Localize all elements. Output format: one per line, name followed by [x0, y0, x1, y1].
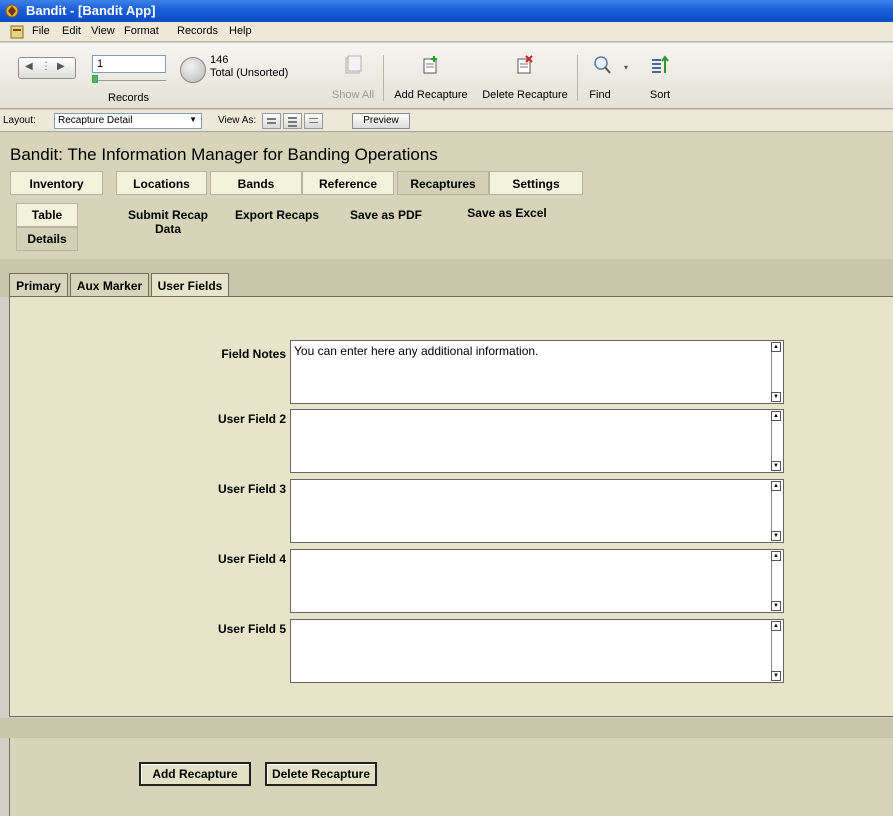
- menu-format[interactable]: Format: [124, 25, 159, 37]
- view-as-list-button[interactable]: [283, 113, 302, 129]
- user-field-5-label: User Field 5: [217, 622, 286, 636]
- total-record-count: 146: [210, 54, 229, 66]
- view-as-form-button[interactable]: [262, 113, 281, 129]
- tab-inventory[interactable]: Inventory: [10, 171, 103, 195]
- scroll-up-icon[interactable]: ▲: [771, 621, 781, 631]
- scroll-up-icon[interactable]: ▲: [771, 481, 781, 491]
- submit-recap-data-button[interactable]: Submit Recap Data: [118, 208, 218, 236]
- app-header: Bandit: The Information Manager for Band…: [0, 133, 893, 259]
- user-field-4-input[interactable]: ▲ ▼: [290, 549, 784, 613]
- field-notes-input[interactable]: You can enter here any additional inform…: [290, 340, 784, 404]
- delete-recapture-button[interactable]: Delete Recapture: [265, 762, 377, 786]
- tab-bands[interactable]: Bands: [210, 171, 302, 195]
- document-icon: [10, 25, 24, 39]
- user-field-5-input[interactable]: ▲ ▼: [290, 619, 784, 683]
- field-notes-label: Field Notes: [221, 347, 286, 361]
- scrollbar[interactable]: ▲ ▼: [771, 481, 781, 541]
- next-record-icon[interactable]: ▶: [57, 61, 65, 72]
- footer-panel: Add Recapture Delete Recapture: [9, 738, 893, 816]
- tab-locations[interactable]: Locations: [116, 171, 207, 195]
- table-view-button[interactable]: Table: [16, 203, 78, 227]
- view-as-table-button[interactable]: [304, 113, 323, 129]
- scrollbar[interactable]: ▲ ▼: [771, 551, 781, 611]
- add-recapture-button[interactable]: Add Recapture: [139, 762, 251, 786]
- tab-reference[interactable]: Reference: [302, 171, 394, 195]
- tab-user-fields[interactable]: User Fields: [151, 273, 229, 298]
- record-tab-strip: Primary Aux Marker User Fields: [0, 259, 893, 298]
- book-icon: ⋮: [41, 61, 51, 72]
- delete-record-icon: [517, 55, 533, 74]
- menu-bar: File Edit View Format Records Help: [0, 22, 893, 42]
- tab-recaptures[interactable]: Recaptures: [397, 171, 489, 195]
- current-record-input[interactable]: 1: [92, 55, 166, 73]
- magnifier-icon: [594, 56, 611, 74]
- layout-select[interactable]: Recapture Detail ▼: [54, 113, 202, 129]
- page-title: Bandit: The Information Manager for Band…: [10, 145, 438, 164]
- found-set-pie-icon: [180, 57, 206, 83]
- bandit-app-icon: [5, 4, 19, 18]
- user-field-3-label: User Field 3: [217, 482, 286, 496]
- show-all-button[interactable]: Show All: [328, 49, 378, 105]
- chevron-down-icon: ▼: [189, 115, 197, 124]
- scroll-up-icon[interactable]: ▲: [771, 342, 781, 352]
- scrollbar[interactable]: ▲ ▼: [771, 342, 781, 402]
- record-slider[interactable]: [92, 75, 166, 83]
- new-record-icon: [423, 56, 437, 74]
- user-field-2-label: User Field 2: [217, 412, 286, 426]
- records-label: Records: [108, 92, 149, 104]
- save-as-excel-button[interactable]: Save as Excel: [460, 206, 554, 220]
- tab-settings[interactable]: Settings: [489, 171, 583, 195]
- menu-file[interactable]: File: [32, 25, 50, 37]
- slider-knob[interactable]: [92, 75, 98, 83]
- footer-divider: [0, 718, 893, 738]
- scrollbar[interactable]: ▲ ▼: [771, 621, 781, 681]
- save-as-pdf-button[interactable]: Save as PDF: [344, 208, 428, 222]
- find-dropdown-chevron-icon[interactable]: ▾: [624, 63, 628, 72]
- menu-help[interactable]: Help: [229, 25, 252, 37]
- export-recaps-button[interactable]: Export Recaps: [230, 208, 324, 222]
- previous-record-icon[interactable]: ◀: [25, 61, 33, 72]
- layout-label: Layout:: [3, 115, 36, 126]
- scroll-down-icon[interactable]: ▼: [771, 531, 781, 541]
- scroll-down-icon[interactable]: ▼: [771, 601, 781, 611]
- scroll-down-icon[interactable]: ▼: [771, 392, 781, 402]
- user-field-2-input[interactable]: ▲ ▼: [290, 409, 784, 473]
- sort-status: Total (Unsorted): [210, 67, 289, 79]
- user-fields-panel: Field Notes You can enter here any addit…: [9, 296, 893, 717]
- sort-button[interactable]: Sort: [640, 49, 680, 105]
- scrollbar[interactable]: ▲ ▼: [771, 411, 781, 471]
- preview-button[interactable]: Preview: [352, 113, 410, 129]
- tab-aux-marker[interactable]: Aux Marker: [70, 273, 149, 297]
- sort-icon: [652, 55, 669, 73]
- scroll-up-icon[interactable]: ▲: [771, 411, 781, 421]
- scroll-down-icon[interactable]: ▼: [771, 461, 781, 471]
- menu-records[interactable]: Records: [177, 25, 218, 37]
- record-book-control[interactable]: ◀ ⋮ ▶: [18, 57, 76, 79]
- window-title: Bandit - [Bandit App]: [26, 3, 156, 18]
- layout-bar: Layout: Recapture Detail ▼ View As: Prev…: [0, 110, 893, 132]
- scroll-down-icon[interactable]: ▼: [771, 671, 781, 681]
- show-all-icon: [345, 55, 362, 74]
- user-field-3-input[interactable]: ▲ ▼: [290, 479, 784, 543]
- details-view-button[interactable]: Details: [16, 227, 78, 251]
- delete-recapture-toolbar-button[interactable]: Delete Recapture: [478, 49, 572, 105]
- menu-view[interactable]: View: [91, 25, 115, 37]
- view-as-label: View As:: [218, 115, 257, 126]
- tab-primary[interactable]: Primary: [9, 273, 68, 297]
- add-recapture-toolbar-button[interactable]: Add Recapture: [389, 49, 473, 105]
- title-bar: Bandit - [Bandit App]: [0, 0, 893, 22]
- find-button[interactable]: ▾ Find: [582, 49, 628, 105]
- status-toolbar: ◀ ⋮ ▶ 1 Records 146 Total (Unsorted) Sho…: [0, 43, 893, 109]
- user-field-4-label: User Field 4: [217, 552, 286, 566]
- scroll-up-icon[interactable]: ▲: [771, 551, 781, 561]
- menu-edit[interactable]: Edit: [62, 25, 81, 37]
